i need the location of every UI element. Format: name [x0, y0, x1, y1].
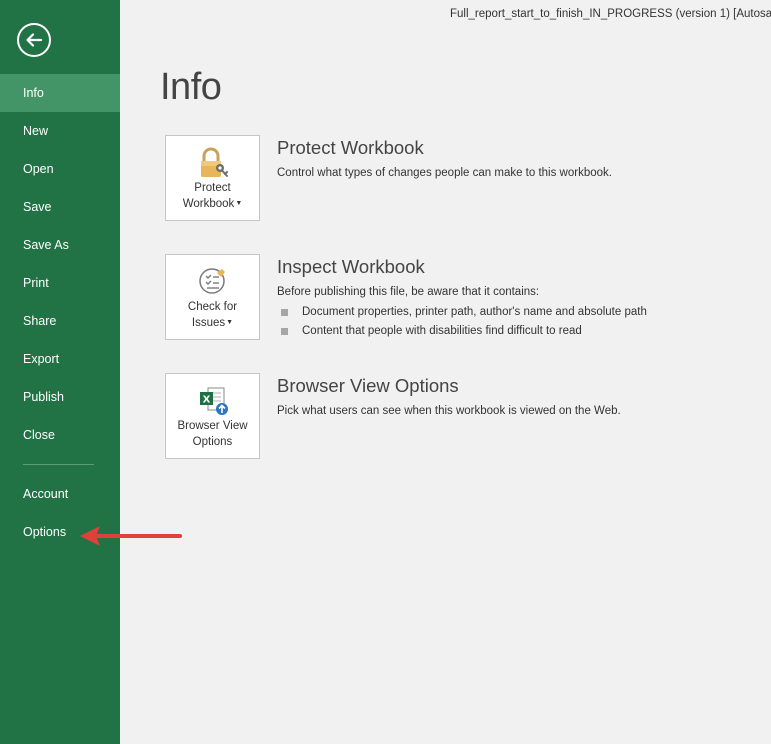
sidebar-item-publish[interactable]: Publish [0, 378, 120, 416]
sidebar-item-open[interactable]: Open [0, 150, 120, 188]
bullet-square-icon [281, 328, 288, 335]
window-title: Full_report_start_to_finish_IN_PROGRESS … [450, 8, 771, 20]
sidebar-item-account[interactable]: Account [0, 475, 120, 513]
sidebar-nav: Info New Open Save Save As Print Share E… [0, 74, 120, 551]
sidebar-item-new[interactable]: New [0, 112, 120, 150]
back-button[interactable] [17, 23, 51, 57]
protect-workbook-label: Protect Workbook▼ [182, 182, 243, 211]
svg-text:X: X [203, 395, 211, 406]
browser-view-title: Browser View Options [277, 375, 459, 396]
sidebar-item-print[interactable]: Print [0, 264, 120, 302]
list-item: Content that people with disabilities fi… [277, 322, 757, 341]
protect-workbook-title: Protect Workbook [277, 137, 424, 158]
sidebar-item-save[interactable]: Save [0, 188, 120, 226]
inspect-bullet-list: Document properties, printer path, autho… [277, 303, 757, 341]
sidebar-item-info[interactable]: Info [0, 74, 120, 112]
browser-view-options-label: Browser View Options [177, 420, 248, 448]
excel-browser-icon: X [200, 387, 228, 415]
dropdown-caret-icon: ▼ [235, 200, 243, 207]
list-item: Document properties, printer path, autho… [277, 303, 757, 322]
sidebar-item-close[interactable]: Close [0, 416, 120, 454]
inspect-workbook-description: Before publishing this file, be aware th… [277, 286, 540, 298]
browser-view-description: Pick what users can see when this workbo… [277, 405, 621, 417]
page-title: Info [160, 66, 222, 108]
check-for-issues-button[interactable]: Check for Issues▼ [165, 254, 260, 340]
red-arrow-icon [80, 526, 182, 546]
lock-key-icon [201, 147, 228, 177]
dropdown-caret-icon: ▼ [226, 319, 234, 326]
sidebar-item-save-as[interactable]: Save As [0, 226, 120, 264]
sidebar-item-share[interactable]: Share [0, 302, 120, 340]
protect-workbook-description: Control what types of changes people can… [277, 167, 612, 179]
sidebar-item-export[interactable]: Export [0, 340, 120, 378]
back-arrow-icon [26, 33, 43, 47]
protect-workbook-button[interactable]: Protect Workbook▼ [165, 135, 260, 221]
check-for-issues-label: Check for Issues▼ [187, 301, 238, 330]
inspect-workbook-title: Inspect Workbook [277, 256, 425, 277]
sidebar-divider [23, 464, 94, 465]
inspect-checklist-icon [199, 268, 225, 294]
bullet-square-icon [281, 309, 288, 316]
browser-view-options-button[interactable]: X Browser View Options [165, 373, 260, 459]
backstage-sidebar: Info New Open Save Save As Print Share E… [0, 0, 120, 744]
